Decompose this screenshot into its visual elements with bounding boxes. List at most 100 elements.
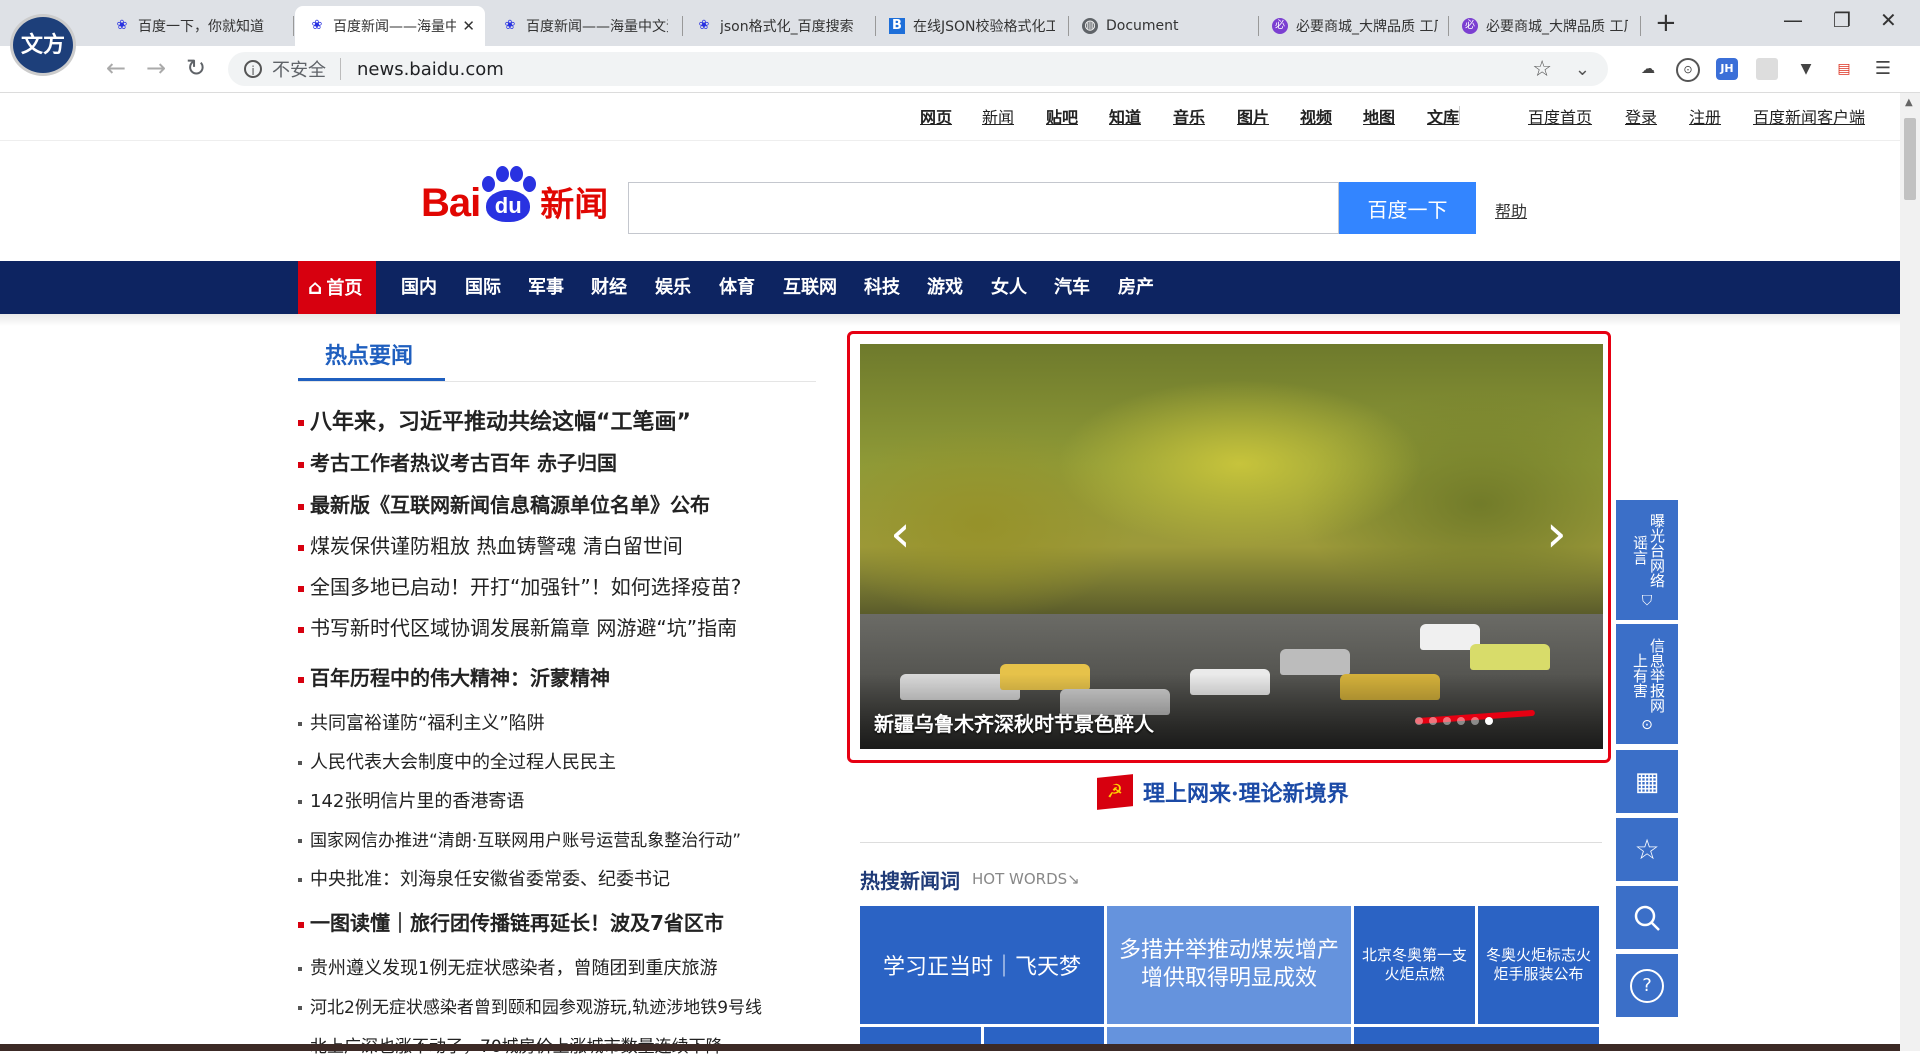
bookmark-star-icon[interactable]: ☆	[1532, 57, 1552, 82]
carousel-dot[interactable]	[1457, 717, 1465, 725]
restore-button[interactable]: ❐	[1833, 8, 1851, 32]
profile-avatar[interactable]: 文方	[10, 14, 76, 76]
news-item[interactable]: 国家网信办推进“清朗·互联网用户账号运营乱象整治行动”	[298, 826, 741, 851]
carousel-caption[interactable]: 新疆乌鲁木齐深秋时节景色醉人	[874, 708, 1154, 737]
hot-word-cell[interactable]: 北京冬奥第一支火炬点燃	[1354, 906, 1475, 1024]
news-item[interactable]: 中央批准：刘海泉任安徽省委常委、纪委书记	[298, 865, 670, 891]
search-input[interactable]	[628, 182, 1339, 234]
hot-word-cell[interactable]: 多措并举推动煤炭增产增供取得明显成效	[1107, 906, 1351, 1024]
register-link[interactable]: 注册	[1689, 104, 1721, 128]
category-military[interactable]: 军事	[528, 261, 564, 314]
extension-icon[interactable]	[1756, 58, 1778, 80]
carousel-dot[interactable]	[1443, 717, 1451, 725]
qr-code-button[interactable]: ▦	[1616, 750, 1678, 813]
baidu-home-link[interactable]: 百度首页	[1528, 104, 1592, 128]
tab-baidu-news-active[interactable]: ❀ 百度新闻——海量中文资讯 ✕	[295, 6, 485, 46]
cloud-icon[interactable]: ☁	[1637, 58, 1659, 80]
news-item[interactable]: 共同富裕谨防“福利主义”陷阱	[298, 709, 545, 735]
category-domestic[interactable]: 国内	[401, 261, 437, 314]
scrollbar-thumb[interactable]	[1904, 118, 1916, 200]
new-tab-button[interactable]: +	[1655, 8, 1677, 38]
search-button[interactable]: 百度一下	[1339, 182, 1476, 234]
news-item[interactable]: 煤炭保供谨防粗放 热血铸警魂 清白留世间	[298, 530, 683, 559]
reload-button[interactable]: ↻	[186, 54, 206, 82]
top-link-map[interactable]: 地图	[1363, 104, 1395, 128]
carousel-dot-active[interactable]	[1485, 717, 1493, 725]
category-international[interactable]: 国际	[465, 261, 501, 314]
carousel-prev-button[interactable]: ‹	[890, 504, 911, 564]
top-link-wenku[interactable]: 文库	[1427, 104, 1459, 128]
hot-news-title[interactable]: 热点要闻	[325, 338, 413, 370]
carousel-next-button[interactable]: ›	[1546, 504, 1567, 564]
hot-word-cell[interactable]: 冬奥火炬标志火炬手服装公布	[1478, 906, 1599, 1024]
top-link-web[interactable]: 网页	[920, 104, 952, 128]
news-item[interactable]: 一图读懂｜旅行团传播链再延长！波及7省区市	[298, 907, 724, 936]
news-headline[interactable]: 八年来，习近平推动共绘这幅“工笔画”	[298, 404, 691, 436]
baidu-news-logo[interactable]: Bai du 新闻	[421, 166, 608, 226]
pdf-icon[interactable]: ▤	[1833, 58, 1855, 80]
news-item[interactable]: 书写新时代区域协调发展新篇章 网游避“坑”指南	[298, 612, 737, 641]
category-auto[interactable]: 汽车	[1054, 261, 1090, 314]
info-icon[interactable]: i	[244, 60, 262, 78]
bullet-icon	[298, 544, 304, 551]
tab-baidu-news-2[interactable]: ❀ 百度新闻——海量中文资讯	[488, 6, 678, 46]
top-link-video[interactable]: 视频	[1300, 104, 1332, 128]
news-item[interactable]: 河北2例无症状感染者曾到颐和园参观游玩,轨迹涉地铁9号线	[298, 993, 762, 1018]
news-item[interactable]: 人民代表大会制度中的全过程人民民主	[298, 748, 616, 774]
carousel-dot[interactable]	[1429, 717, 1437, 725]
chevron-down-icon[interactable]: ⌄	[1575, 59, 1590, 80]
category-entertainment[interactable]: 娱乐	[655, 261, 691, 314]
category-house[interactable]: 房产	[1118, 261, 1154, 314]
tab-baidu-home[interactable]: ❀ 百度一下，你就知道	[100, 6, 290, 46]
page-scrollbar[interactable]	[1900, 93, 1920, 1051]
tab-document[interactable]: ◍ Document	[1068, 6, 1258, 46]
news-item[interactable]: 百年历程中的伟大精神：沂蒙精神	[298, 662, 610, 691]
minimize-button[interactable]: —	[1783, 8, 1803, 32]
help-link[interactable]: 帮助	[1495, 198, 1527, 222]
login-link[interactable]: 登录	[1625, 104, 1657, 128]
close-tab-icon[interactable]: ✕	[462, 17, 475, 35]
favorite-button[interactable]: ☆	[1616, 818, 1678, 881]
help-float-button[interactable]: ?	[1616, 954, 1678, 1017]
forward-button[interactable]: →	[146, 54, 166, 82]
filter-icon[interactable]: ▼	[1795, 58, 1817, 80]
category-games[interactable]: 游戏	[927, 261, 963, 314]
carousel-dot[interactable]	[1415, 717, 1423, 725]
top-link-music[interactable]: 音乐	[1173, 104, 1205, 128]
news-item[interactable]: 最新版《互联网新闻信息稿源单位名单》公布	[298, 489, 710, 518]
category-finance[interactable]: 财经	[591, 261, 627, 314]
category-tech[interactable]: 科技	[864, 261, 900, 314]
tab-biyao-1[interactable]: 必 必要商城_大牌品质 工厂价格	[1258, 6, 1448, 46]
carousel-slide[interactable]: 新疆乌鲁木齐深秋时节景色醉人 ‹ ›	[860, 344, 1603, 749]
category-women[interactable]: 女人	[991, 261, 1027, 314]
top-link-images[interactable]: 图片	[1237, 104, 1269, 128]
scroll-up-arrow-icon[interactable]: ▲	[1905, 97, 1913, 108]
carousel-dot[interactable]	[1471, 717, 1479, 725]
theory-banner[interactable]: ☭ 理上网来·理论新境界	[1097, 774, 1349, 810]
top-link-tieba[interactable]: 贴吧	[1046, 104, 1078, 128]
harmful-info-report-button[interactable]: 信息举报网上有害 ⊙	[1616, 624, 1678, 744]
search-float-button[interactable]	[1616, 886, 1678, 949]
tab-json-validator[interactable]: B 在线JSON校验格式化工具	[875, 6, 1065, 46]
incognito-icon[interactable]: ⊙	[1676, 58, 1700, 82]
jh-extension-icon[interactable]: JH	[1716, 58, 1738, 80]
category-sports[interactable]: 体育	[719, 261, 755, 314]
tab-biyao-2[interactable]: 必 必要商城_大牌品质 工厂价格	[1448, 6, 1638, 46]
rumor-exposure-button[interactable]: 曝光台网络谣言 ⛉	[1616, 500, 1678, 620]
news-item[interactable]: 142张明信片里的香港寄语	[298, 787, 524, 813]
category-internet[interactable]: 互联网	[783, 261, 837, 314]
url-text[interactable]: news.baidu.com	[357, 59, 504, 80]
menu-icon[interactable]: ☰	[1872, 58, 1894, 80]
close-window-button[interactable]: ✕	[1880, 8, 1897, 32]
category-home[interactable]: ⌂ 首页	[298, 261, 377, 314]
news-app-link[interactable]: 百度新闻客户端	[1753, 104, 1865, 128]
hot-word-cell[interactable]: 学习正当时｜飞天梦	[860, 906, 1104, 1024]
news-item[interactable]: 贵州遵义发现1例无症状感染者，曾随团到重庆旅游	[298, 954, 717, 980]
news-item[interactable]: 考古工作者热议考古百年 赤子归国	[298, 447, 617, 476]
address-bar[interactable]: i 不安全 news.baidu.com ☆ ⌄	[228, 52, 1608, 86]
back-button[interactable]: ←	[106, 54, 126, 82]
news-item[interactable]: 全国多地已启动！开打“加强针”！如何选择疫苗?	[298, 571, 741, 600]
top-link-news[interactable]: 新闻	[982, 104, 1014, 128]
top-link-zhidao[interactable]: 知道	[1109, 104, 1141, 128]
tab-json-search[interactable]: ❀ json格式化_百度搜索	[682, 6, 872, 46]
